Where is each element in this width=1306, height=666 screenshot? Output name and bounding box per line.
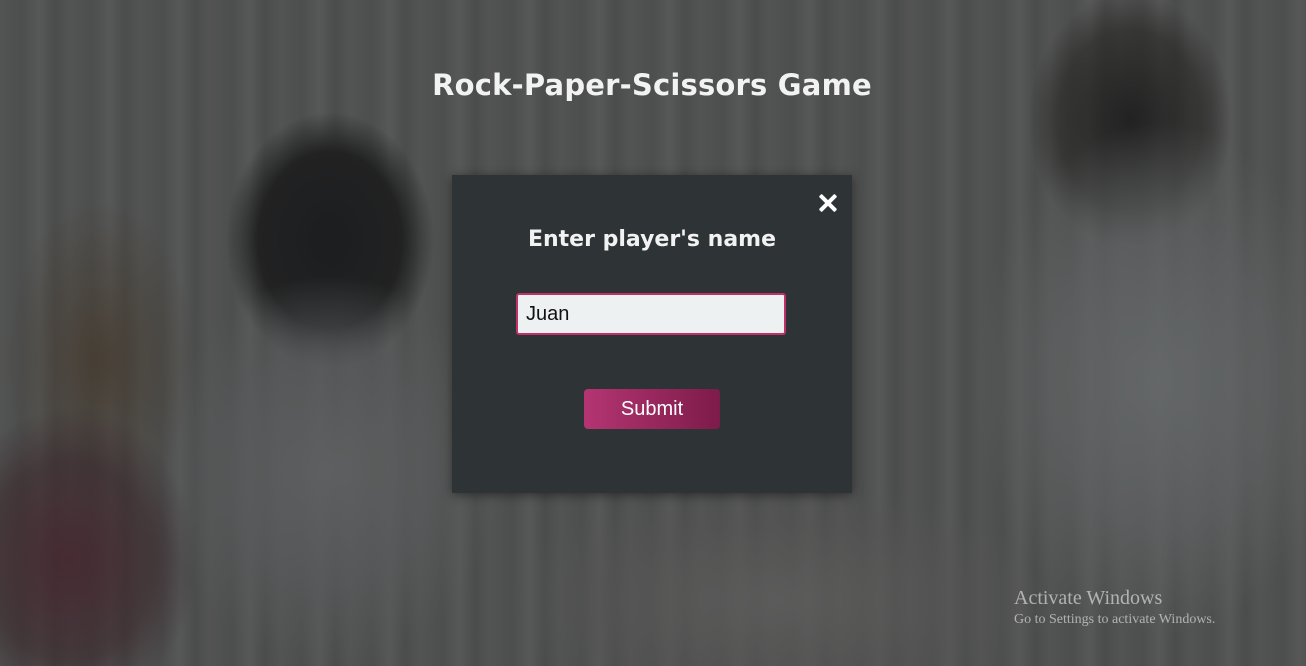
watermark-subtitle: Go to Settings to activate Windows. [1014,612,1216,627]
page-title: Rock-Paper-Scissors Game [432,68,872,102]
close-icon[interactable] [818,193,838,213]
player-name-modal: Enter player's name Submit [452,175,852,493]
submit-button[interactable]: Submit [584,389,720,429]
watermark-title: Activate Windows [1014,587,1163,609]
modal-title: Enter player's name [527,227,777,252]
activate-windows-watermark: Activate Windows Go to Settings to activ… [1014,587,1215,631]
player-name-input[interactable] [516,293,786,335]
